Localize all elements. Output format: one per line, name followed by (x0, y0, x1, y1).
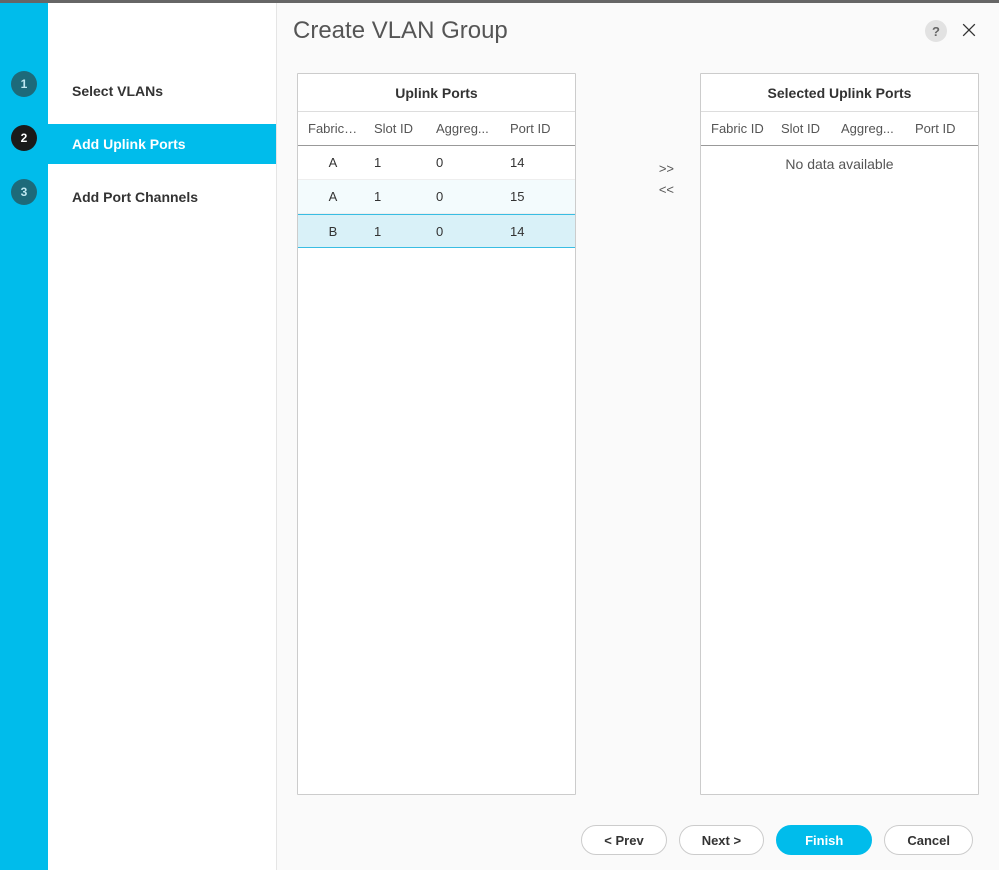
prev-button[interactable]: < Prev (581, 825, 666, 855)
table-row[interactable]: A1015 (298, 180, 575, 214)
uplink-ports-headers: Fabric ID Slot ID Aggreg... Port ID (298, 112, 575, 146)
dialog-header: Create VLAN Group ? (277, 3, 999, 59)
selected-uplink-ports-headers: Fabric ID Slot ID Aggreg... Port ID (701, 112, 978, 146)
dialog-title: Create VLAN Group (293, 17, 508, 45)
selected-uplink-ports-panel: Selected Uplink Ports Fabric ID Slot ID … (700, 73, 979, 795)
cell: 1 (364, 189, 426, 204)
add-button[interactable]: >> (659, 161, 674, 176)
col-slot-id[interactable]: Slot ID (364, 121, 426, 136)
cell: A (298, 189, 364, 204)
col-port-id-r[interactable]: Port ID (905, 121, 977, 136)
cell: 0 (426, 155, 500, 170)
next-button[interactable]: Next > (679, 825, 764, 855)
step-3-circle[interactable]: 3 (11, 179, 37, 205)
close-icon[interactable] (959, 20, 979, 43)
step-2-circle[interactable]: 2 (11, 125, 37, 151)
cell: 0 (426, 189, 500, 204)
col-aggregate[interactable]: Aggreg... (426, 121, 500, 136)
cell: 14 (500, 224, 572, 239)
cell: B (298, 224, 364, 239)
step-3-label[interactable]: Add Port Channels (48, 177, 276, 217)
uplink-ports-panel: Uplink Ports Fabric ID Slot ID Aggreg...… (297, 73, 576, 795)
cell: 0 (426, 224, 500, 239)
wizard-step-labels: Select VLANs Add Uplink Ports Add Port C… (48, 3, 276, 870)
col-aggregate-r[interactable]: Aggreg... (831, 121, 905, 136)
col-port-id[interactable]: Port ID (500, 121, 572, 136)
cell: 14 (500, 155, 572, 170)
uplink-ports-rows: A1014A1015B1014 (298, 146, 575, 794)
col-slot-id-r[interactable]: Slot ID (771, 121, 831, 136)
help-icon[interactable]: ? (925, 20, 947, 42)
no-data-message: No data available (701, 146, 978, 172)
transfer-controls: >> << (576, 73, 698, 197)
table-row[interactable]: B1014 (298, 214, 575, 248)
cell: 1 (364, 155, 426, 170)
cell: 15 (500, 189, 572, 204)
step-1-label[interactable]: Select VLANs (48, 71, 276, 111)
col-fabric-id[interactable]: Fabric ID (298, 121, 364, 136)
step-1-circle[interactable]: 1 (11, 71, 37, 97)
selected-uplink-ports-title: Selected Uplink Ports (701, 74, 978, 112)
selected-uplink-ports-rows: No data available (701, 146, 978, 794)
uplink-ports-title: Uplink Ports (298, 74, 575, 112)
table-row[interactable]: A1014 (298, 146, 575, 180)
step-2-label[interactable]: Add Uplink Ports (48, 124, 276, 164)
cell: 1 (364, 224, 426, 239)
main-content: Create VLAN Group ? Uplink Ports Fabric … (276, 3, 999, 870)
col-fabric-id-r[interactable]: Fabric ID (701, 121, 771, 136)
remove-button[interactable]: << (659, 182, 674, 197)
cancel-button[interactable]: Cancel (884, 825, 973, 855)
finish-button[interactable]: Finish (776, 825, 872, 855)
dialog-footer: < Prev Next > Finish Cancel (277, 810, 999, 870)
wizard-step-rail: 1 2 3 (0, 3, 48, 870)
cell: A (298, 155, 364, 170)
